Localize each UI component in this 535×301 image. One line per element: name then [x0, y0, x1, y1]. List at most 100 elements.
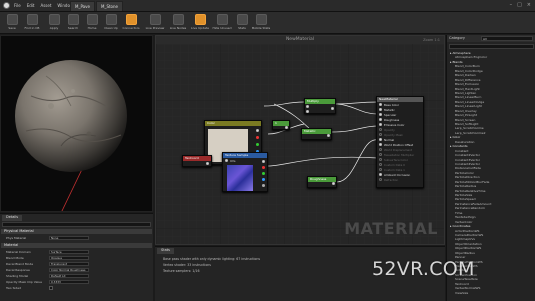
output-pin[interactable] — [256, 129, 259, 132]
pin-label: Ambient Occlusion — [384, 172, 411, 177]
connectors-button[interactable]: Connectors — [121, 13, 141, 33]
details-tab[interactable]: Details — [2, 215, 23, 221]
home-button[interactable]: Home — [82, 13, 102, 33]
stats-tab[interactable]: Stats — [157, 248, 174, 254]
blend-mode-select[interactable]: Opaque — [49, 256, 89, 260]
live-nodes-icon — [172, 14, 184, 25]
material-graph[interactable]: NewMaterial Zoom 1:1 Color TexCoord Text… — [155, 35, 445, 245]
graph-title: NewMaterial — [156, 36, 444, 44]
pin-dot — [379, 148, 382, 151]
hide-unused-button[interactable]: Hide Unused — [212, 13, 232, 33]
palette-item[interactable]: ViewSize — [449, 291, 534, 295]
pin-dot — [379, 128, 382, 131]
material-result-node[interactable]: NewMaterial Base Color Metallic Specular Ro… — [376, 96, 424, 188]
output-pin[interactable] — [256, 143, 259, 146]
live-nodes-button[interactable]: Live Nodes — [168, 13, 188, 33]
menu-file[interactable]: File — [14, 3, 21, 8]
metallic-node[interactable]: Metallic — [301, 128, 332, 140]
output-pin[interactable] — [262, 166, 265, 169]
pin-label: Roughness — [384, 117, 400, 122]
output-pin[interactable] — [262, 160, 265, 163]
category-select[interactable]: All — [481, 36, 533, 41]
output-pin[interactable] — [332, 182, 335, 185]
pin-dot — [379, 133, 382, 136]
shading-model-select[interactable]: Default Lit — [49, 274, 89, 278]
material-watermark: MATERIAL — [344, 219, 438, 238]
output-pin[interactable] — [262, 178, 265, 181]
pin-dot — [379, 118, 382, 121]
find-in-cb-button[interactable]: Find in CB — [22, 13, 42, 33]
input-pin-a[interactable] — [306, 105, 309, 108]
palette-search-input[interactable] — [449, 44, 534, 49]
pin-dot — [379, 113, 382, 116]
property-row: Two Sided — [1, 285, 152, 291]
phys-material-field[interactable]: None — [49, 236, 89, 240]
two-sided-checkbox[interactable] — [49, 286, 53, 290]
apply-icon — [48, 14, 60, 25]
live-update-button[interactable]: Live Update — [190, 13, 210, 33]
apply-button[interactable]: Apply — [44, 13, 64, 33]
clean-up-icon — [105, 14, 117, 25]
pin-label: Custom Data 0 — [384, 162, 405, 167]
pin-label: Opacity Mask — [384, 132, 403, 137]
decal-blend-mode-select[interactable]: Translucent — [49, 262, 89, 266]
details-panel: Details Physical Material Phys Material … — [0, 213, 153, 301]
result-pin[interactable]: Refraction — [377, 177, 423, 182]
output-pin[interactable] — [262, 184, 265, 187]
pin-label: Opacity — [384, 127, 395, 132]
texcoord-node[interactable]: TexCoord — [182, 155, 212, 167]
mobile-stats-button[interactable]: Mobile Stats — [251, 13, 271, 33]
material-section[interactable]: Material — [1, 243, 152, 248]
output-pin[interactable] — [327, 134, 330, 137]
save-button[interactable]: Save — [2, 13, 22, 33]
close-icon[interactable]: × — [527, 2, 531, 8]
result-pin-list: Base Color Metallic Specular Roughness Emiss… — [377, 102, 423, 182]
input-pin-b[interactable] — [306, 110, 309, 113]
mobile-stats-icon — [255, 14, 267, 25]
pin-label: World Displacement — [384, 147, 413, 152]
live-preview-button[interactable]: Live Preview — [145, 13, 165, 33]
stats-line: Vertex shader: 33 instructions — [163, 263, 211, 267]
pin-label: Refraction — [384, 177, 399, 182]
menu-edit[interactable]: Edit — [27, 3, 35, 8]
output-pin[interactable] — [331, 107, 334, 110]
output-pin[interactable] — [262, 172, 265, 175]
stats-line: Texture samplers: 1/16 — [163, 269, 200, 273]
output-pin[interactable] — [206, 162, 209, 165]
physical-material-section[interactable]: Physical Material — [1, 229, 152, 234]
connectors-icon — [125, 14, 137, 25]
property-row: Phys Material None — [1, 235, 152, 241]
search-button[interactable]: Search — [63, 13, 83, 33]
doc-tab-pave[interactable]: M_Pave — [70, 1, 95, 11]
opacity-mask-clip-field[interactable]: 0.3333 — [49, 280, 89, 284]
pin-dot — [379, 168, 382, 171]
pin-label: Custom Data 1 — [384, 167, 405, 172]
maximize-icon[interactable]: □ — [517, 2, 522, 8]
multiply-node[interactable]: Multiply — [304, 98, 336, 114]
pin-dot — [379, 153, 382, 156]
stats-button[interactable]: Stats — [232, 13, 252, 33]
home-icon — [86, 14, 98, 25]
preview-viewport[interactable] — [0, 35, 153, 212]
pin-label: World Position Offset — [384, 142, 414, 147]
minimize-icon[interactable]: – — [510, 2, 513, 8]
menu-asset[interactable]: Asset — [40, 3, 51, 8]
clean-up-button[interactable]: Clean Up — [101, 13, 121, 33]
details-search-input[interactable] — [2, 222, 151, 227]
pin-dot — [379, 143, 382, 146]
save-icon — [6, 14, 18, 25]
pin-label: Normal — [384, 137, 395, 142]
constant-node[interactable]: 1 — [272, 120, 290, 130]
output-pin[interactable] — [285, 126, 288, 129]
pin-dot — [379, 103, 382, 106]
uvs-pin[interactable]: UVs — [223, 158, 267, 163]
doc-tab-stone[interactable]: M_Stone — [96, 1, 124, 11]
output-pin[interactable] — [256, 136, 259, 139]
unreal-logo-icon — [3, 2, 10, 9]
roughness-node[interactable]: Roughness — [307, 176, 337, 188]
live-update-icon — [194, 14, 206, 25]
texture-sample-node[interactable]: Texture Sample UVs — [222, 152, 268, 192]
pin-dot — [379, 178, 382, 181]
material-domain-select[interactable]: Surface — [49, 250, 89, 254]
decal-response-select[interactable]: Color Normal Roughness — [49, 268, 89, 272]
